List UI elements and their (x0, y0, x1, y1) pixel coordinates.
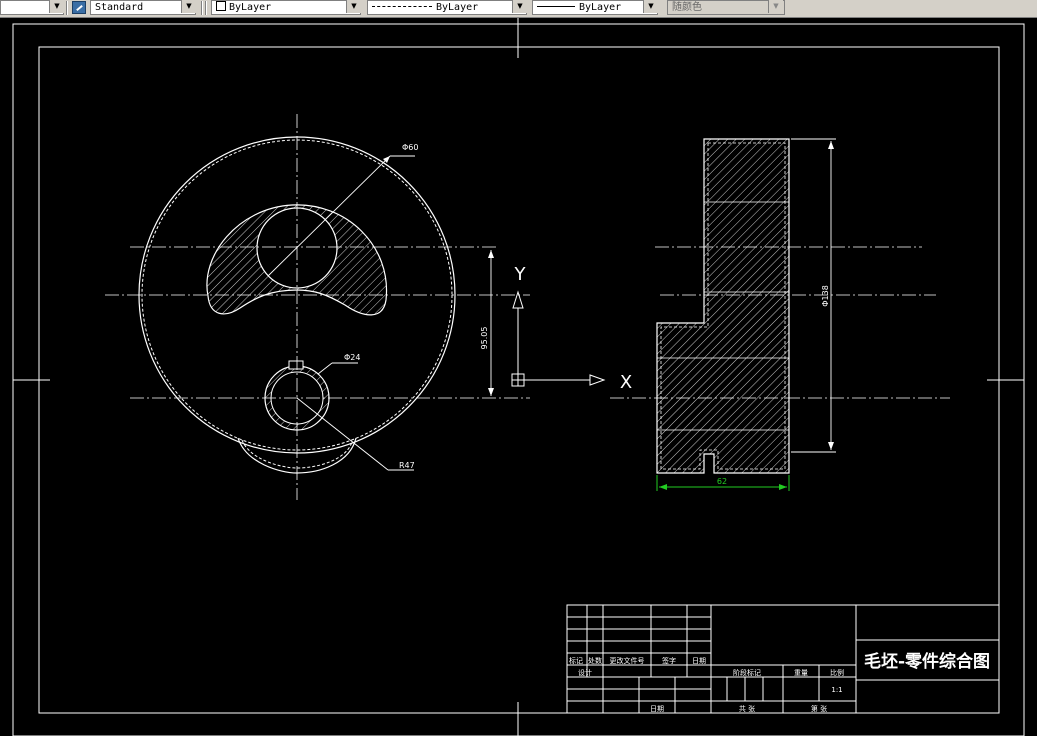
toolbar-separator (205, 1, 207, 15)
title-block-labels: 标记 处数 更改文件号 签字 日期 设计 日期 阶段标记 重量 比例 1:1 共… (569, 651, 990, 713)
keyway-slot (288, 360, 304, 370)
chevron-down-icon[interactable]: ▼ (768, 0, 783, 13)
chevron-down-icon[interactable]: ▼ (49, 0, 64, 13)
dim-radius: R47 (399, 461, 415, 470)
dim-height: Φ138 (821, 285, 830, 307)
color-swatch-icon (216, 1, 226, 11)
tb-change-doc: 更改文件号 (610, 656, 645, 665)
drawing-canvas[interactable]: Φ60 Φ24 R47 95.05 Y X Φ138 62 标记 处数 更改文件… (0, 18, 1037, 736)
front-view: Φ60 Φ24 R47 95.05 (105, 114, 530, 500)
drawing-title: 毛坯-零件综合图 (864, 651, 990, 672)
layer-color-value: ByLayer (229, 2, 272, 13)
ucs-y-label: Y (514, 264, 527, 285)
tb-date-col: 日期 (692, 657, 706, 665)
plot-style-value: 随颜色 (672, 2, 702, 13)
dim-outer-dia: Φ60 (402, 143, 418, 152)
lineweight-value: ByLayer (579, 2, 622, 13)
ucs-icon (511, 290, 606, 387)
dim-width: 62 (717, 477, 727, 486)
lineweight-preview-icon (537, 6, 575, 7)
linetype-value: ByLayer (436, 2, 479, 13)
chevron-down-icon[interactable]: ▼ (512, 0, 527, 13)
linetype-select[interactable]: ByLayer (367, 0, 527, 15)
text-style-value: Standard (95, 2, 144, 13)
tb-scale-value: 1:1 (831, 686, 842, 694)
ucs-x-label: X (620, 372, 632, 393)
layer-color-select[interactable]: ByLayer (211, 0, 361, 15)
tb-weight: 重量 (794, 669, 808, 677)
tb-sign: 签字 (662, 656, 676, 665)
linetype-preview-icon (372, 6, 432, 7)
toolbar-separator (66, 1, 68, 15)
properties-toolbar: ▼ Standard ▼ ByLayer ▼ ByLayer ▼ ByLayer… (0, 0, 1037, 18)
text-style-icon[interactable] (72, 1, 86, 14)
tb-date: 日期 (650, 705, 664, 713)
side-profile (656, 138, 790, 474)
dim-hole-dia: Φ24 (344, 353, 360, 362)
dim-center-distance: 95.05 (480, 327, 489, 350)
tb-count: 处数 (588, 656, 602, 665)
tb-sheet-no: 第 张 (811, 704, 827, 713)
tb-design: 设计 (578, 668, 592, 677)
side-view: Φ138 62 (610, 138, 950, 491)
tb-sheets-total: 共 张 (739, 704, 755, 713)
chevron-down-icon[interactable]: ▼ (181, 0, 196, 13)
tb-scale: 比例 (830, 668, 844, 677)
tb-mark: 标记 (569, 656, 583, 665)
chevron-down-icon[interactable]: ▼ (643, 0, 658, 13)
leader-line (317, 362, 333, 375)
tb-stage-mark: 阶段标记 (733, 668, 761, 677)
chevron-down-icon[interactable]: ▼ (346, 0, 361, 13)
lineweight-select[interactable]: ByLayer (532, 0, 658, 15)
toolbar-separator (201, 1, 203, 15)
